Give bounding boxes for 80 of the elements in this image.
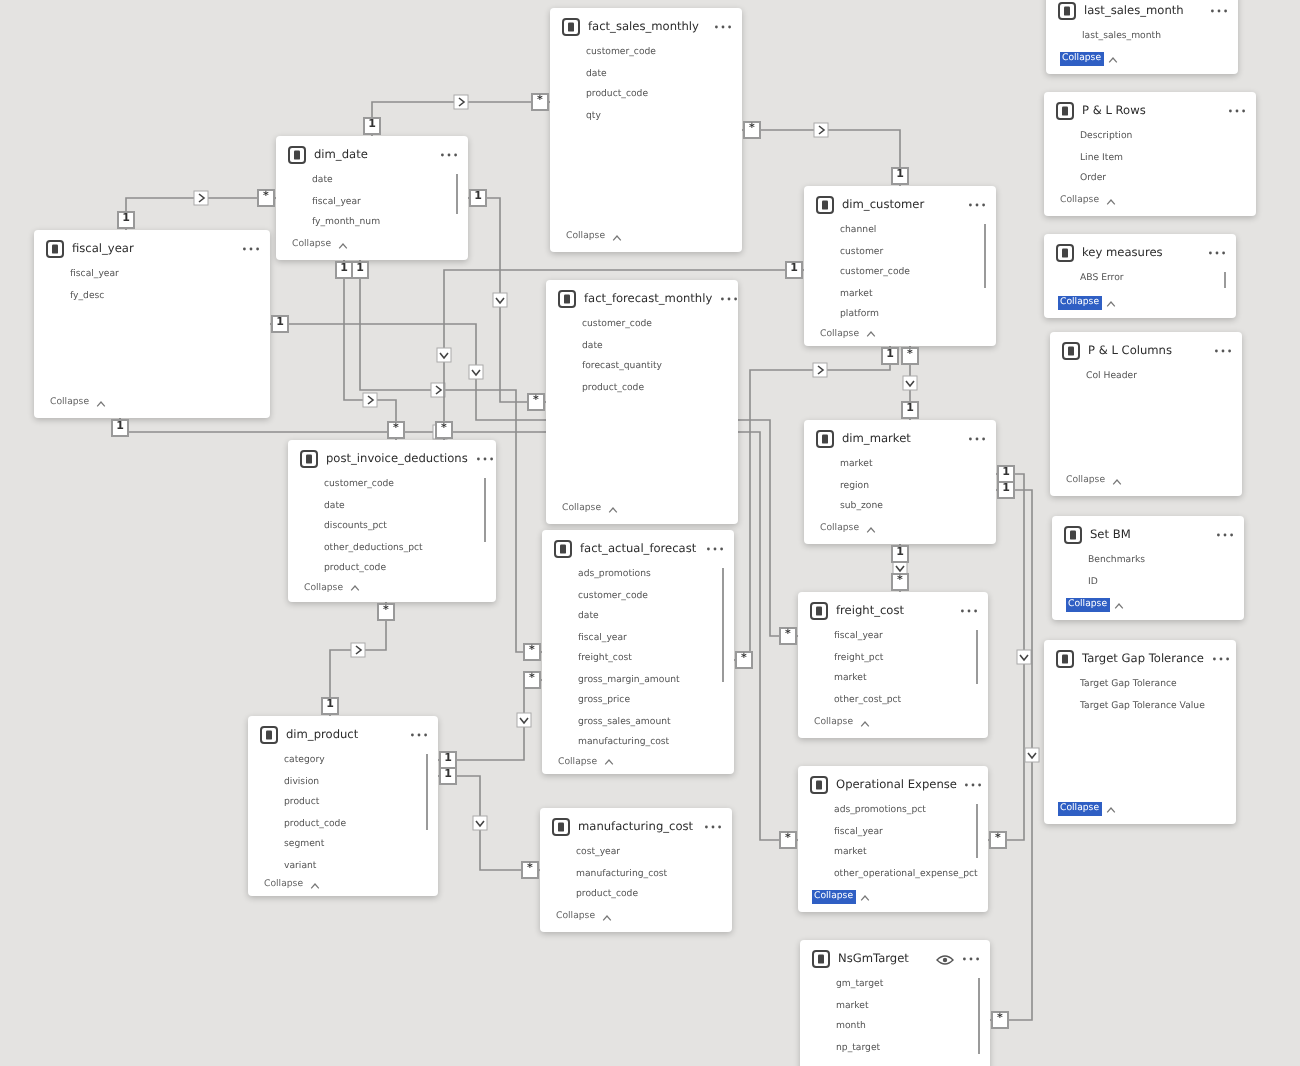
scrollbar[interactable] [977,978,980,1054]
filter-arrow-icon [362,392,378,408]
filter-arrow-icon [436,347,452,363]
table-icon [562,18,580,36]
caret-icon [859,719,870,727]
table-icon [816,196,834,214]
table-icon [812,950,830,968]
filter-arrow-icon [472,815,488,831]
more-icon[interactable] [720,296,739,302]
caret-icon [1105,299,1116,307]
table-icon [810,776,828,794]
more-icon[interactable] [1212,656,1230,662]
more-icon[interactable] [410,732,428,738]
scrollbar[interactable] [425,754,428,831]
filter-arrow-icon [453,94,469,110]
scrollbar[interactable] [983,224,986,289]
caret-icon [865,330,876,338]
filter-arrow-icon [1024,747,1040,763]
scrollbar[interactable] [455,174,458,215]
more-icon[interactable] [706,546,724,552]
caret-icon [1113,601,1124,609]
table-icon [816,430,834,448]
filter-arrow-icon [468,364,484,380]
table-icon [552,818,570,836]
filter-arrow-icon [350,642,366,658]
caret-icon [859,893,870,901]
table-icon [1056,102,1074,120]
more-icon[interactable] [960,608,978,614]
caret-icon [607,505,618,513]
more-icon[interactable] [1210,8,1228,14]
caret-icon [337,241,348,249]
table-icon [1064,526,1082,544]
table-icon [288,146,306,164]
filter-arrow-icon [193,190,209,206]
more-icon[interactable] [1214,348,1232,354]
table-icon [1062,342,1080,360]
filter-arrow-icon [516,712,532,728]
caret-icon [1107,55,1118,63]
more-icon[interactable] [242,246,260,252]
filter-arrow-icon [492,292,508,308]
more-icon[interactable] [962,956,980,962]
scrollbar[interactable] [975,630,978,684]
more-icon[interactable] [704,824,722,830]
table-icon [1056,244,1074,262]
table-icon [1056,650,1074,668]
caret-icon [603,758,614,766]
filter-arrow-icon [813,122,829,138]
more-icon[interactable] [1208,250,1226,256]
caret-icon [1105,805,1116,813]
table-icon [46,240,64,258]
caret-icon [95,399,106,407]
caret-icon [1111,477,1122,485]
scrollbar[interactable] [483,478,486,543]
filter-arrow-icon [902,375,918,391]
more-icon[interactable] [440,152,458,158]
filter-arrow-icon [812,362,828,378]
table-icon [810,602,828,620]
scrollbar[interactable] [721,568,724,683]
more-icon[interactable] [1216,532,1234,538]
more-icon[interactable] [1228,108,1246,114]
more-icon[interactable] [968,202,986,208]
filter-arrow-icon [1016,649,1032,665]
caret-icon [865,525,876,533]
table-icon [1058,2,1076,20]
table-icon [558,290,576,308]
caret-icon [611,233,622,241]
caret-icon [1105,197,1116,205]
table-icon [260,726,278,744]
caret-icon [349,584,360,592]
scrollbar[interactable] [975,804,978,858]
more-icon[interactable] [968,436,986,442]
table-icon [300,450,318,468]
scrollbar[interactable] [1223,272,1226,289]
more-icon[interactable] [714,24,732,30]
table-icon [554,540,572,558]
more-icon[interactable] [964,782,983,788]
caret-icon [601,913,612,921]
more-icon[interactable] [475,456,494,462]
caret-icon [309,881,320,889]
eye-icon[interactable] [936,953,954,965]
